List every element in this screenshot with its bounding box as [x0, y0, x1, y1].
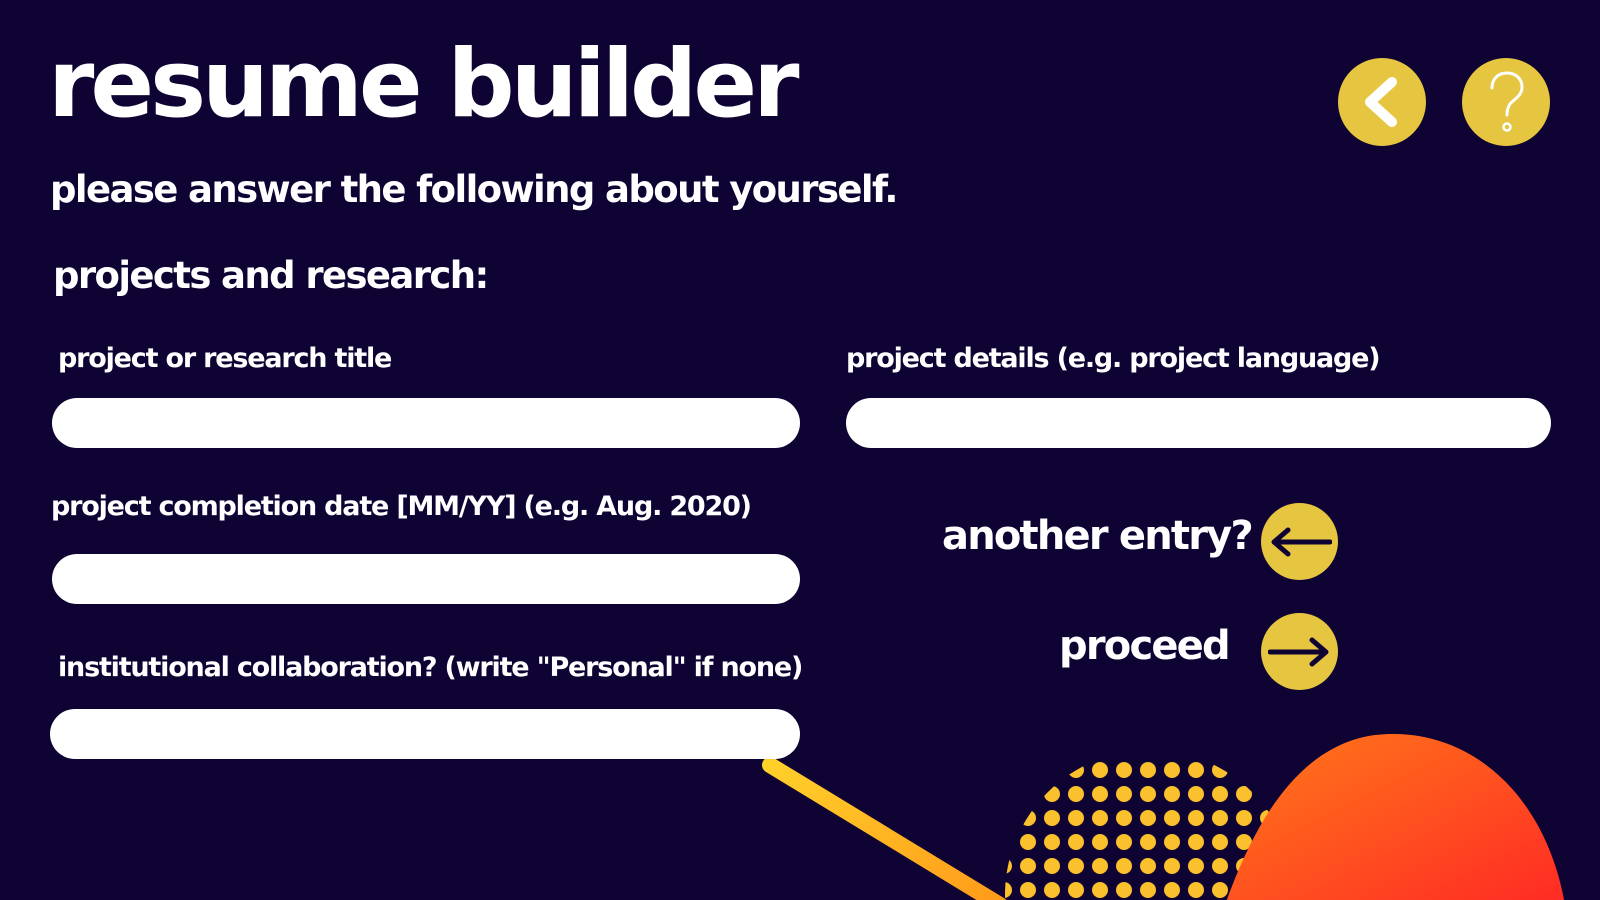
dot — [1092, 786, 1108, 802]
dot — [1005, 858, 1012, 874]
dot — [1044, 858, 1060, 874]
arrow-right-icon — [1267, 637, 1328, 666]
dot — [1116, 786, 1132, 802]
dot — [1212, 882, 1228, 898]
dot — [1020, 834, 1036, 850]
dot — [1236, 786, 1252, 802]
dot — [1164, 786, 1180, 802]
back-button[interactable] — [1338, 58, 1426, 146]
collaboration-label: institutional collaboration? (write "Per… — [58, 652, 803, 683]
dot — [1116, 882, 1132, 898]
dot — [1116, 834, 1132, 850]
project-details-input[interactable] — [846, 398, 1551, 448]
section-title: projects and research: — [53, 254, 489, 297]
dot — [1164, 810, 1180, 826]
dot — [1092, 762, 1108, 778]
dot — [972, 810, 988, 826]
dot — [1164, 882, 1180, 898]
dot — [1005, 762, 1012, 778]
dot — [1092, 882, 1108, 898]
dot — [1140, 786, 1156, 802]
dot — [1044, 834, 1060, 850]
dot — [1020, 762, 1036, 778]
dot — [1236, 810, 1252, 826]
proceed-button[interactable] — [1261, 613, 1338, 690]
project-title-label: project or research title — [58, 343, 392, 374]
dot — [1212, 810, 1228, 826]
dot — [972, 762, 988, 778]
dot — [1212, 858, 1228, 874]
page-title: resume builder — [48, 30, 799, 139]
dot — [1068, 882, 1084, 898]
dot — [1068, 834, 1084, 850]
dot — [1140, 882, 1156, 898]
dot — [1044, 762, 1060, 778]
dot — [1044, 786, 1060, 802]
project-title-input[interactable] — [52, 398, 800, 448]
dot — [1260, 786, 1276, 802]
dot — [1092, 834, 1108, 850]
orange-blob — [1226, 734, 1564, 900]
dot — [1164, 858, 1180, 874]
proceed-label[interactable]: proceed — [1059, 623, 1231, 669]
dot — [1164, 834, 1180, 850]
dot — [1092, 858, 1108, 874]
dot — [1212, 786, 1228, 802]
dot — [972, 834, 988, 850]
project-details-label: project details (e.g. project language) — [846, 343, 1381, 374]
dot — [1140, 762, 1156, 778]
dot — [972, 786, 988, 802]
dot — [1140, 834, 1156, 850]
dot — [1212, 762, 1228, 778]
collaboration-input[interactable] — [50, 709, 800, 759]
dot — [1005, 786, 1012, 802]
dot — [1188, 882, 1204, 898]
dot — [1140, 810, 1156, 826]
another-entry-label[interactable]: another entry? — [942, 513, 1254, 559]
page-subtitle: please answer the following about yourse… — [50, 168, 898, 211]
dot — [1068, 762, 1084, 778]
dot — [1188, 810, 1204, 826]
dot — [1116, 810, 1132, 826]
dot — [1020, 786, 1036, 802]
arrow-left-icon — [1271, 527, 1332, 556]
dot — [1092, 810, 1108, 826]
dot — [1116, 762, 1132, 778]
dot — [1020, 858, 1036, 874]
another-entry-button[interactable] — [1261, 503, 1338, 580]
dot — [972, 858, 988, 874]
dot — [1044, 882, 1060, 898]
dot — [1044, 810, 1060, 826]
dot — [1020, 882, 1036, 898]
dot — [1212, 834, 1228, 850]
dot — [1068, 786, 1084, 802]
dot — [1005, 810, 1012, 826]
dot — [1260, 762, 1276, 778]
dot — [1140, 858, 1156, 874]
chevron-left-icon — [1365, 77, 1397, 127]
dot — [1188, 858, 1204, 874]
help-button[interactable] — [1462, 58, 1550, 146]
completion-date-input[interactable] — [52, 554, 800, 604]
dot — [1188, 762, 1204, 778]
dot — [1020, 810, 1036, 826]
dot — [1116, 858, 1132, 874]
dot — [1236, 762, 1252, 778]
dot — [1188, 834, 1204, 850]
dot — [1068, 810, 1084, 826]
dot — [1005, 834, 1012, 850]
dot — [1164, 762, 1180, 778]
question-mark-icon — [1490, 71, 1524, 132]
diagonal-line — [762, 757, 1007, 900]
dot — [1188, 786, 1204, 802]
completion-date-label: project completion date [MM/YY] (e.g. Au… — [51, 491, 752, 522]
dot — [1068, 858, 1084, 874]
